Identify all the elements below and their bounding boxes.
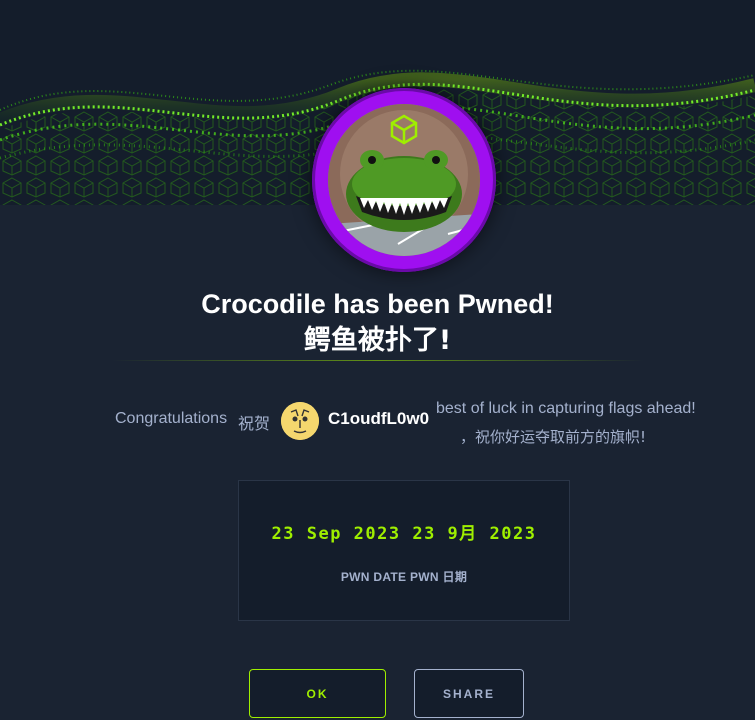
luck-text: best of luck in capturing flags ahead! <box>436 400 696 417</box>
share-button[interactable]: SHARE <box>414 669 524 718</box>
pwned-title: Crocodile has been Pwned! <box>201 289 554 319</box>
divider <box>112 360 644 361</box>
pwned-title-zh: 鳄鱼被扑了! <box>303 325 452 356</box>
user-avatar-icon <box>281 402 319 440</box>
pwn-date-value: 23 Sep 2023 23 9月 2023 <box>271 524 537 544</box>
ok-button[interactable]: OK <box>249 669 386 718</box>
congrats-text: Congratulations <box>115 410 228 427</box>
luck-text-zh: ，祝你好运夺取前方的旗帜! <box>460 428 647 446</box>
pwn-date-card: 23 Sep 2023 23 9月 2023 PWN DATE PWN 日期 <box>238 480 570 621</box>
username[interactable]: C1oudfL0w0 <box>328 409 429 429</box>
congrats-text-zh: 祝贺 <box>238 414 271 433</box>
pwn-date-label: PWN DATE PWN 日期 <box>340 570 468 584</box>
machine-avatar <box>312 88 496 272</box>
crocodile-avatar-icon <box>328 104 480 256</box>
